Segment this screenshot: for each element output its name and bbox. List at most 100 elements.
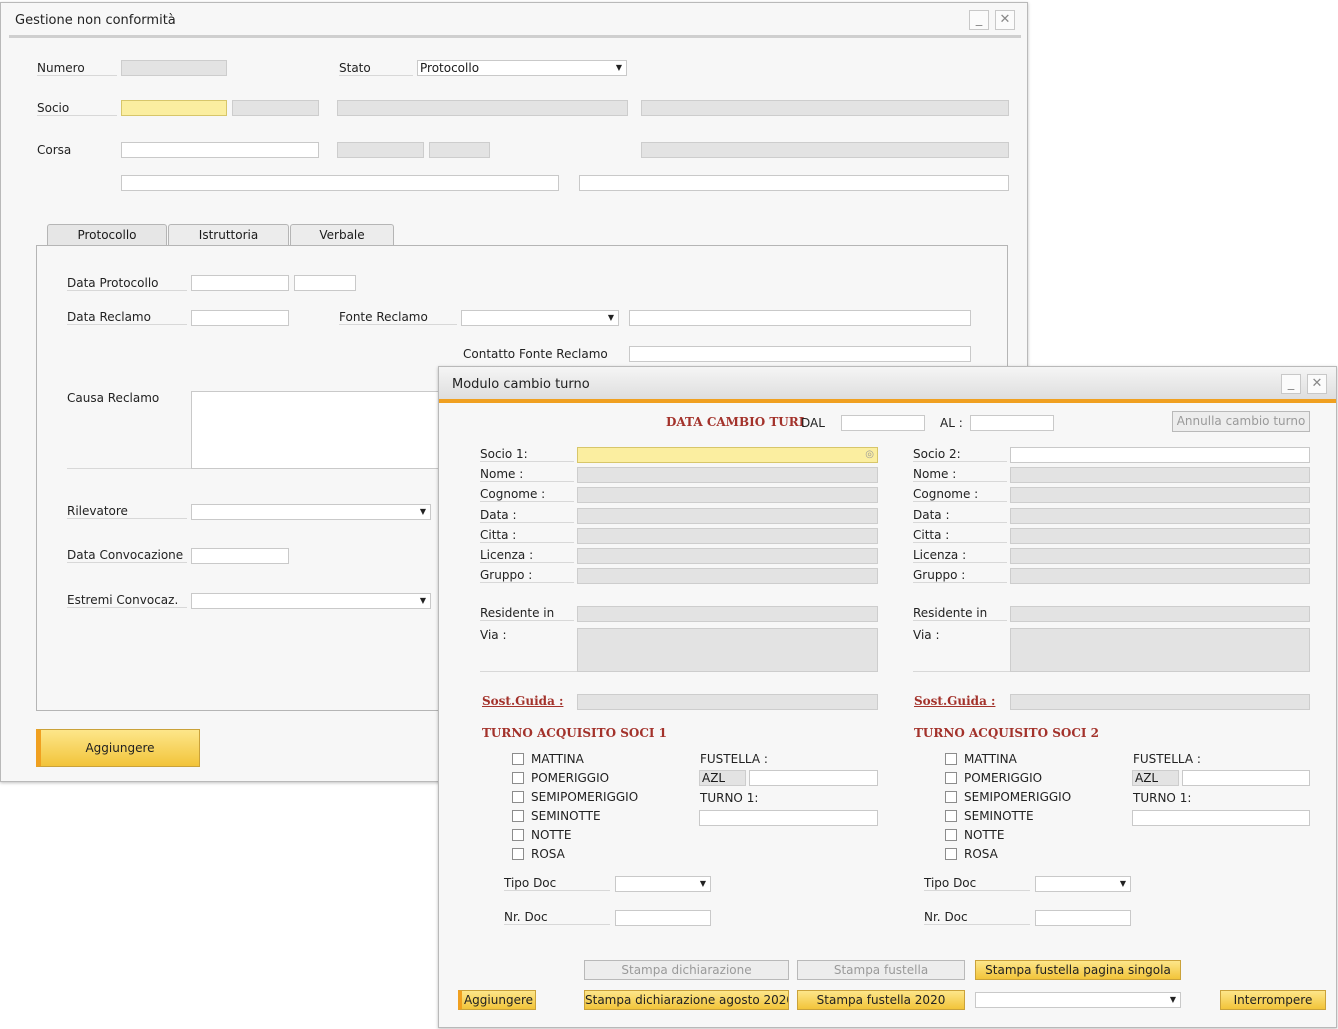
orange-accent-bar [439,399,1336,403]
fonte-reclamo-label: Fonte Reclamo [339,310,457,325]
sost-guida2-field [1010,694,1310,710]
nr-doc1-field[interactable] [615,910,711,926]
citta2-label: Citta : [913,528,1007,543]
stampa-fustella-button[interactable]: Stampa fustella [797,960,965,980]
checkbox-notte-2[interactable] [945,829,957,841]
stampa-fustella-2020-button[interactable]: Stampa fustella 2020 [797,990,965,1010]
causa-reclamo-textarea[interactable] [191,391,441,469]
data-protocollo-label: Data Protocollo [67,276,187,291]
checkbox-seminotte-1[interactable] [512,810,524,822]
checkbox-seminotte-2[interactable] [945,810,957,822]
dal-field[interactable] [841,415,925,431]
licenza1-label: Licenza : [480,548,574,563]
nome1-field [577,467,878,483]
checkbox-pomeriggio-1[interactable] [512,772,524,784]
socio1-field[interactable]: ◎ [577,447,878,463]
citta1-field [577,528,878,544]
licenza2-field [1010,548,1310,564]
fustella2-field[interactable] [1182,770,1310,786]
rilevatore-label: Rilevatore [67,504,187,519]
checkbox-label: SEMIPOMERIGGIO [964,790,1072,804]
sost-guida1-link[interactable]: Sost.Guida : [482,694,563,708]
turno1-field-1[interactable] [699,810,878,826]
fonte-reclamo-text[interactable] [629,310,971,326]
checkbox-pomeriggio-2[interactable] [945,772,957,784]
numero-field[interactable] [121,60,227,76]
data-reclamo-field[interactable] [191,310,289,326]
corsa-field[interactable] [121,142,319,158]
window-title: Modulo cambio turno [452,377,590,392]
checkbox-rosa-2[interactable] [945,848,957,860]
tipo-doc2-label: Tipo Doc [924,876,1030,891]
aggiungere-button[interactable]: Aggiungere [458,990,536,1010]
close-icon[interactable]: ✕ [995,10,1015,30]
licenza1-field [577,548,878,564]
cognome1-field [577,487,878,503]
data-convocazione-label: Data Convocazione [67,548,187,563]
lookup-icon[interactable]: ◎ [865,448,874,462]
close-icon[interactable]: ✕ [1307,374,1327,394]
aggiungere-button[interactable]: Aggiungere [36,729,200,767]
fustella2-prefix: AZL [1132,770,1179,786]
nr-doc2-label: Nr. Doc [924,910,1030,925]
checkbox-semipomeriggio-1[interactable] [512,791,524,803]
socio1-label: Socio 1: [480,447,574,462]
checkbox-mattina-2[interactable] [945,753,957,765]
residente2-field [1010,606,1310,622]
sost-guida2-link[interactable]: Sost.Guida : [914,694,995,708]
ora-protocollo-field[interactable] [294,275,356,291]
data2-label: Data : [913,508,1007,523]
stato-select[interactable]: Protocollo [417,60,627,76]
fonte-reclamo-select[interactable] [461,310,619,326]
socio2-field[interactable] [1010,447,1310,463]
nr-doc2-field[interactable] [1035,910,1131,926]
data-cambio-label: DATA CAMBIO TURI [666,415,805,429]
tab-protocollo[interactable]: Protocollo [47,224,167,246]
data-protocollo-field[interactable] [191,275,289,291]
socio-field[interactable] [121,100,227,116]
corsa-detail-field[interactable] [121,175,559,191]
via2-label: Via : [913,628,940,642]
stampa-dichiarazione-agosto-button[interactable]: Stampa dichiarazione agosto 2020 [584,990,789,1010]
al-field[interactable] [970,415,1054,431]
stampa-dichiarazione-button[interactable]: Stampa dichiarazione [584,960,789,980]
interrompere-button[interactable]: Interrompere [1220,990,1326,1010]
al-label: AL : [940,416,963,430]
tab-verbale[interactable]: Verbale [290,224,394,246]
data-reclamo-label: Data Reclamo [67,310,187,325]
citta1-label: Citta : [480,528,574,543]
corsa-detail-field-2[interactable] [579,175,1009,191]
checkbox-mattina-1[interactable] [512,753,524,765]
checkbox-label: NOTTE [964,828,1005,842]
checkbox-semipomeriggio-2[interactable] [945,791,957,803]
turno1-label-2: TURNO 1: [1133,791,1192,805]
checkbox-notte-1[interactable] [512,829,524,841]
fustella1-field[interactable] [749,770,878,786]
data-convocazione-field[interactable] [191,548,289,564]
tab-istruttoria[interactable]: Istruttoria [168,224,289,246]
corsa-label: Corsa [37,143,72,157]
contatto-fonte-field[interactable] [629,346,971,362]
minimize-icon[interactable]: _ [969,10,989,30]
corsa-field-3 [429,142,490,158]
stampa-fustella-pagina-singola-button[interactable]: Stampa fustella pagina singola [975,960,1181,980]
checkbox-rosa-1[interactable] [512,848,524,860]
via1-label: Via : [480,628,507,642]
annulla-cambio-turno-button[interactable]: Annulla cambio turno [1172,411,1310,432]
checkbox-label: ROSA [964,847,998,861]
minimize-icon[interactable]: _ [1281,374,1301,394]
print-options-select[interactable] [975,992,1181,1008]
nome2-label: Nome : [913,467,1007,482]
nome1-label: Nome : [480,467,574,482]
tipo-doc2-select[interactable] [1035,876,1131,892]
tipo-doc1-select[interactable] [615,876,711,892]
turno1-field-2[interactable] [1132,810,1310,826]
rilevatore-select[interactable] [191,504,431,520]
cognome2-label: Cognome : [913,487,1007,502]
tipo-doc1-label: Tipo Doc [504,876,610,891]
estremi-convocaz-select[interactable] [191,593,431,609]
checkbox-label: NOTTE [531,828,572,842]
licenza2-label: Licenza : [913,548,1007,563]
checkbox-label: POMERIGGIO [531,771,610,785]
estremi-convocaz-label: Estremi Convocaz. [67,593,187,608]
